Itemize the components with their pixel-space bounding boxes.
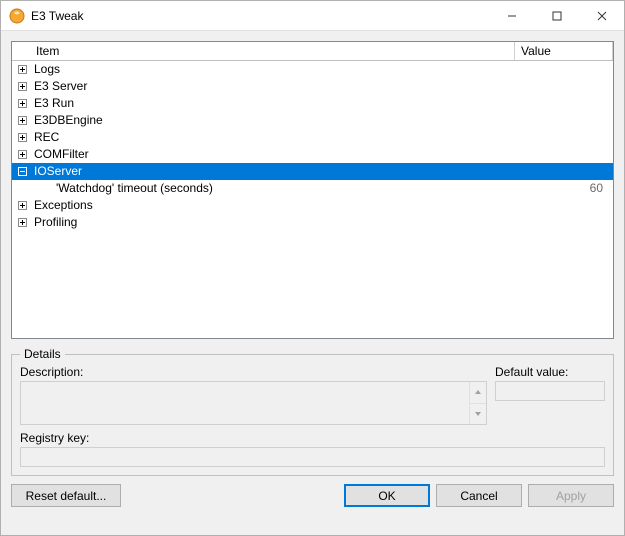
- tree-item[interactable]: Exceptions: [12, 197, 613, 214]
- tree-item[interactable]: IOServer: [12, 163, 613, 180]
- tree-item-label: E3 Server: [32, 78, 515, 95]
- tree-item-label: IOServer: [32, 163, 515, 180]
- description-value: [21, 382, 469, 424]
- default-value-label: Default value:: [495, 365, 605, 379]
- expand-icon[interactable]: [16, 149, 28, 161]
- default-value-block: Default value:: [495, 365, 605, 401]
- tree-body[interactable]: LogsE3 ServerE3 RunE3DBEngineRECCOMFilte…: [12, 61, 613, 338]
- registry-block: Registry key:: [20, 431, 605, 467]
- reset-default-button[interactable]: Reset default...: [11, 484, 121, 507]
- scroll-up-button[interactable]: [470, 382, 486, 404]
- default-value-field: [495, 381, 605, 401]
- expand-icon[interactable]: [16, 64, 28, 76]
- apply-button[interactable]: Apply: [528, 484, 614, 507]
- tree-item-label: E3 Run: [32, 95, 515, 112]
- tree-item-label: 'Watchdog' timeout (seconds): [32, 180, 515, 197]
- window-title: E3 Tweak: [31, 9, 489, 23]
- expand-icon[interactable]: [16, 200, 28, 212]
- tree-item-label: COMFilter: [32, 146, 515, 163]
- collapse-icon[interactable]: [16, 166, 28, 178]
- tree-item-label: Exceptions: [32, 197, 515, 214]
- button-row: Reset default... OK Cancel Apply: [11, 484, 614, 507]
- details-legend: Details: [20, 347, 65, 361]
- description-block: Description:: [20, 365, 487, 425]
- tree-item[interactable]: E3 Run: [12, 95, 613, 112]
- app-window: E3 Tweak Item Value LogsE3 ServerE3 RunE…: [0, 0, 625, 536]
- tree-item[interactable]: COMFilter: [12, 146, 613, 163]
- description-scroll: [469, 382, 486, 424]
- tree-item-value: 60: [515, 180, 613, 197]
- tree-item[interactable]: E3 Server: [12, 78, 613, 95]
- expand-icon[interactable]: [16, 115, 28, 127]
- tree-item-label: Logs: [32, 61, 515, 78]
- column-header-value[interactable]: Value: [515, 42, 613, 60]
- minimize-button[interactable]: [489, 1, 534, 30]
- ok-button[interactable]: OK: [344, 484, 430, 507]
- details-panel: Details Description:: [11, 347, 614, 476]
- window-controls: [489, 1, 624, 30]
- content-area: Item Value LogsE3 ServerE3 RunE3DBEngine…: [1, 31, 624, 535]
- description-box: [20, 381, 487, 425]
- registry-label: Registry key:: [20, 431, 605, 445]
- tree-item[interactable]: Profiling: [12, 214, 613, 231]
- settings-tree: Item Value LogsE3 ServerE3 RunE3DBEngine…: [11, 41, 614, 339]
- tree-item-label: Profiling: [32, 214, 515, 231]
- registry-value-field: [20, 447, 605, 467]
- titlebar: E3 Tweak: [1, 1, 624, 31]
- app-icon: [9, 8, 25, 24]
- expand-icon[interactable]: [16, 132, 28, 144]
- tree-item[interactable]: REC: [12, 129, 613, 146]
- column-header-item[interactable]: Item: [12, 42, 515, 60]
- expand-icon[interactable]: [16, 217, 28, 229]
- close-button[interactable]: [579, 1, 624, 30]
- tree-item[interactable]: E3DBEngine: [12, 112, 613, 129]
- expand-icon[interactable]: [16, 98, 28, 110]
- tree-header: Item Value: [12, 42, 613, 61]
- cancel-button[interactable]: Cancel: [436, 484, 522, 507]
- tree-item-label: REC: [32, 129, 515, 146]
- tree-child-item[interactable]: 'Watchdog' timeout (seconds)60: [12, 180, 613, 197]
- scroll-down-button[interactable]: [470, 404, 486, 425]
- tree-item[interactable]: Logs: [12, 61, 613, 78]
- tree-item-label: E3DBEngine: [32, 112, 515, 129]
- maximize-button[interactable]: [534, 1, 579, 30]
- expand-icon[interactable]: [16, 81, 28, 93]
- description-label: Description:: [20, 365, 487, 379]
